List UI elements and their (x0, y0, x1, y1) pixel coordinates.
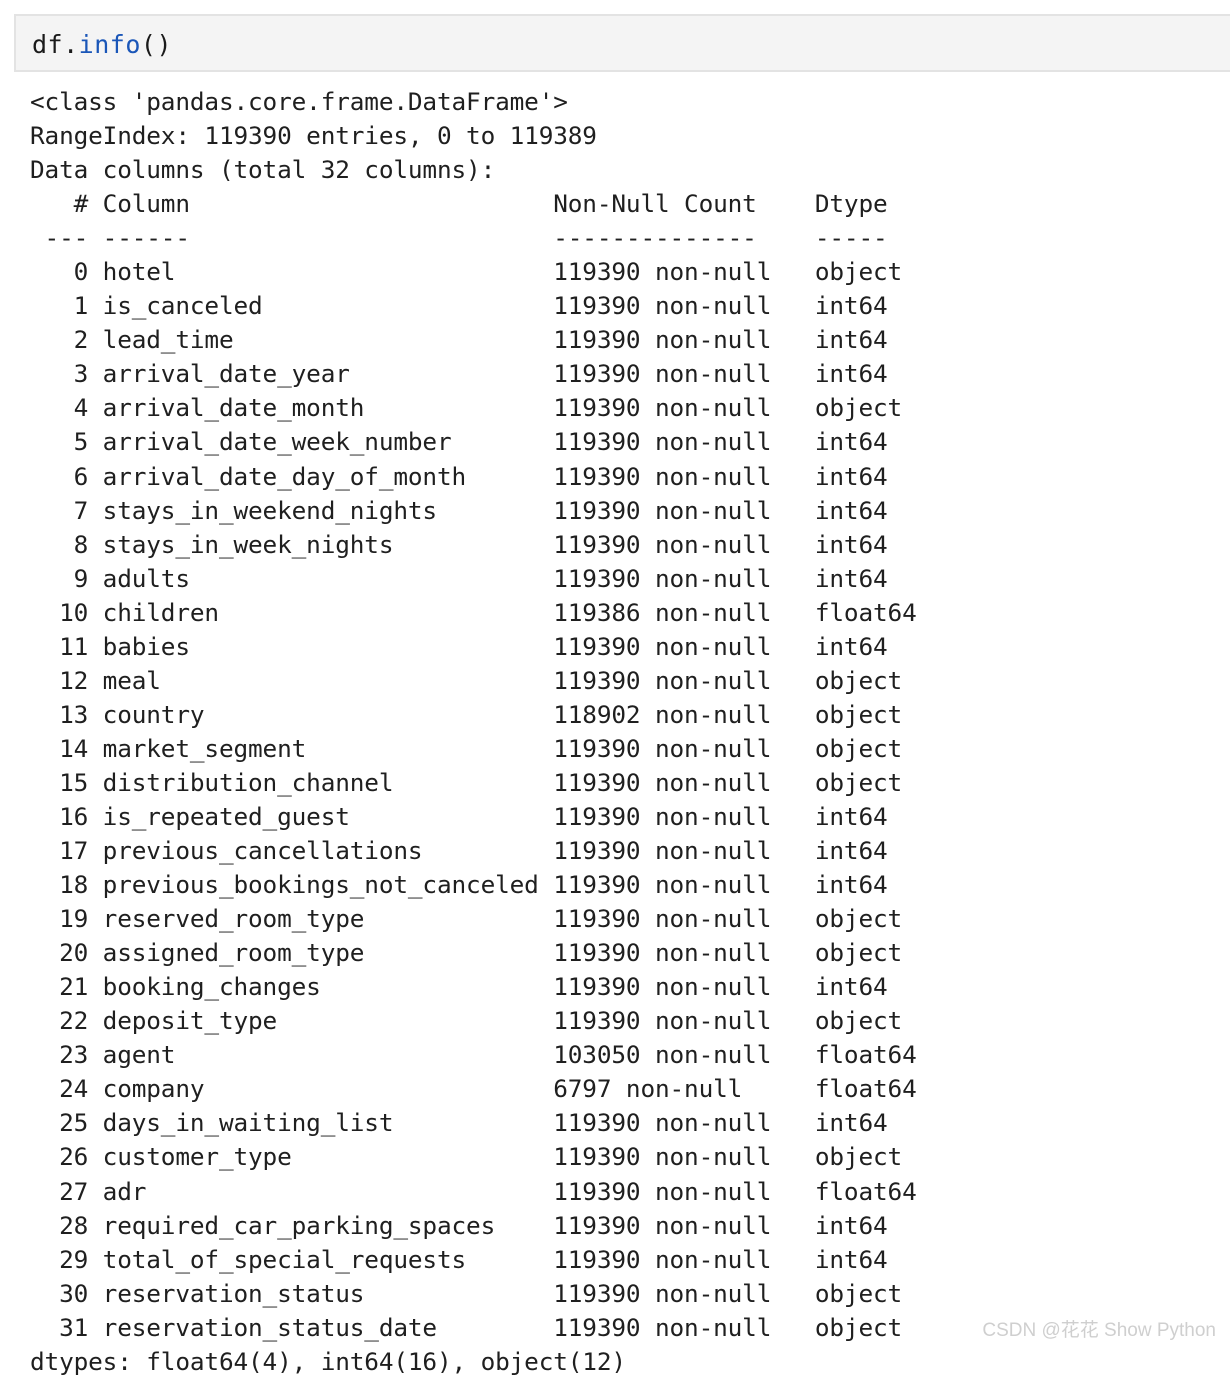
code-token-method: info (78, 30, 141, 59)
output-area: <class 'pandas.core.frame.DataFrame'> Ra… (30, 85, 1230, 1379)
dataframe-info-output: <class 'pandas.core.frame.DataFrame'> Ra… (30, 87, 917, 1376)
code-token-dot: . (63, 30, 79, 59)
code-input-cell[interactable]: df.info() (14, 14, 1230, 72)
watermark-label: CSDN @花花 Show Python (982, 1320, 1216, 1341)
code-token-object: df (32, 30, 64, 59)
code-token-parens: () (140, 30, 172, 59)
code-line: df.info() (32, 29, 172, 61)
